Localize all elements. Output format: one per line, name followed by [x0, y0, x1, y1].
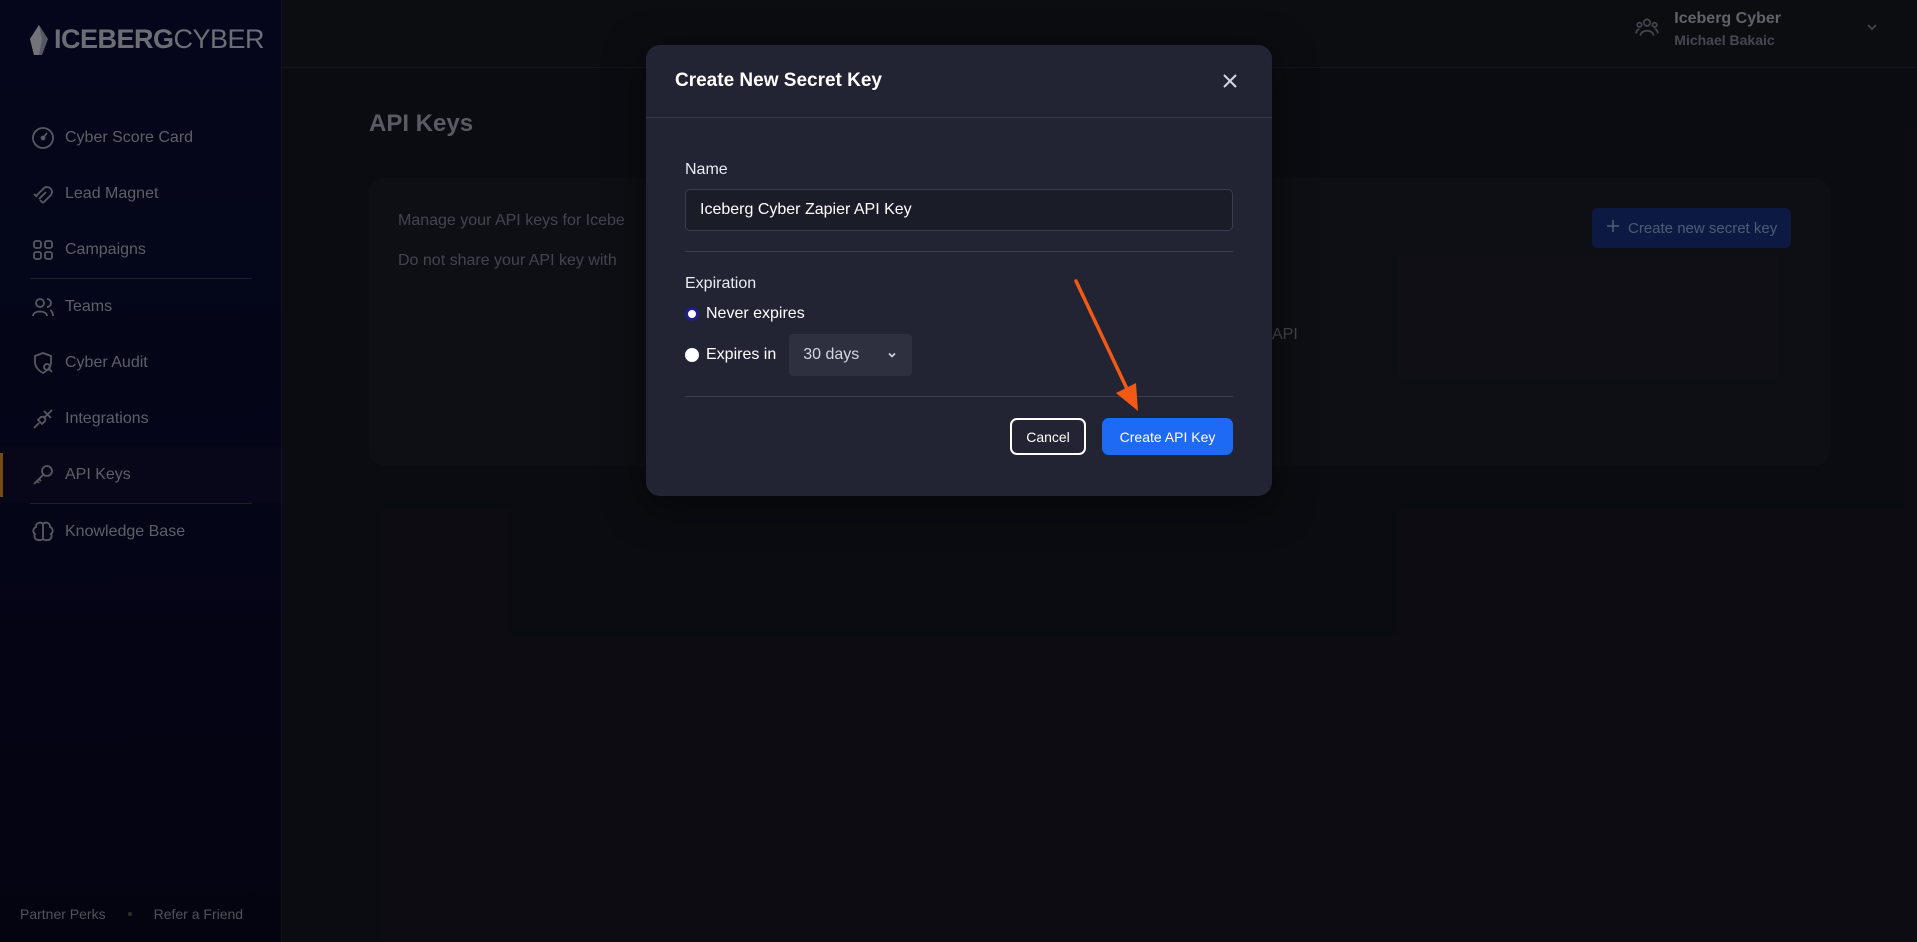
close-button[interactable]: [1217, 68, 1243, 94]
close-icon: [1223, 74, 1237, 88]
chevron-down-icon: [888, 352, 896, 358]
cancel-button[interactable]: Cancel: [1010, 418, 1086, 455]
never-expires-radio[interactable]: [685, 307, 699, 321]
expires-in-radio[interactable]: [685, 348, 699, 362]
dialog-title: Create New Secret Key: [675, 70, 882, 91]
expires-in-label: Expires in: [706, 346, 777, 363]
expiration-label: Expiration: [685, 275, 757, 292]
never-expires-option[interactable]: Never expires: [685, 305, 805, 323]
create-api-key-button[interactable]: Create API Key: [1102, 418, 1233, 455]
expires-in-option[interactable]: Expires in 30 days: [685, 334, 913, 376]
name-label: Name: [685, 161, 728, 178]
expiration-select[interactable]: 30 days: [789, 334, 913, 376]
divider: [685, 396, 1233, 397]
name-input[interactable]: [685, 189, 1233, 231]
create-secret-key-dialog: Create New Secret Key Name Expiration Ne…: [646, 45, 1272, 496]
expiration-select-value: 30 days: [803, 346, 860, 363]
annotation-arrow-icon: [1074, 279, 1138, 411]
divider: [685, 251, 1233, 252]
dialog-header: Create New Secret Key: [646, 45, 1272, 118]
never-expires-label: Never expires: [706, 305, 805, 322]
